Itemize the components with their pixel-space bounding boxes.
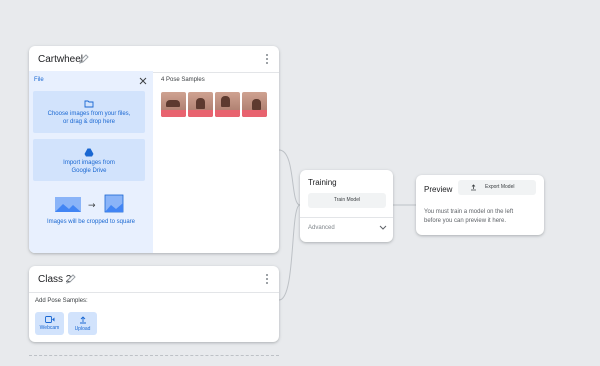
preview-title: Preview xyxy=(424,185,453,194)
upload-icon xyxy=(79,316,86,324)
class-title[interactable]: Cartwheel xyxy=(38,54,83,65)
export-icon xyxy=(471,184,476,191)
upload-button[interactable]: Upload xyxy=(68,312,97,335)
upload-panel-heading: File xyxy=(34,77,44,83)
upload-panel: File Choose images from your files, or d… xyxy=(29,71,153,253)
class-card-header: Class 2 xyxy=(29,266,279,293)
sample-thumbnail[interactable] xyxy=(215,92,240,117)
sample-thumbnail[interactable] xyxy=(161,92,186,117)
pencil-icon[interactable] xyxy=(65,273,77,285)
training-divider xyxy=(300,217,393,218)
preview-message-line2: before you can preview it here. xyxy=(424,218,507,224)
crop-illustration: → xyxy=(55,194,124,213)
video-camera-icon xyxy=(44,316,54,323)
training-card: Training Train Model Advanced xyxy=(300,170,393,242)
class-card-class-2: Class 2 xyxy=(29,266,279,342)
export-model-label: Export Model xyxy=(485,184,515,190)
google-drive-icon xyxy=(84,148,94,157)
training-title: Training xyxy=(308,178,337,187)
choose-files-line2: or drag & drop here xyxy=(62,119,116,125)
svg-text:→: → xyxy=(88,201,96,211)
more-options-icon[interactable] xyxy=(265,54,269,66)
folder-icon xyxy=(84,100,94,108)
close-icon[interactable] xyxy=(139,77,147,85)
choose-files-line1: Choose images from your files, xyxy=(47,111,131,117)
webcam-label: Webcam xyxy=(39,325,60,331)
sample-thumbnail[interactable] xyxy=(188,92,213,117)
advanced-toggle[interactable]: Advanced xyxy=(308,225,335,231)
google-drive-line1: Import images from xyxy=(63,160,115,166)
sample-thumbnail[interactable] xyxy=(242,92,267,117)
more-options-icon[interactable] xyxy=(265,274,269,286)
add-class-placeholder[interactable] xyxy=(29,355,279,366)
google-drive-button[interactable]: Import images from Google Drive xyxy=(33,139,145,181)
chevron-down-icon[interactable] xyxy=(379,225,387,231)
google-drive-line2: Google Drive xyxy=(71,168,107,174)
add-pose-samples-label: Add Pose Samples: xyxy=(35,298,88,304)
choose-files-button[interactable]: Choose images from your files, or drag &… xyxy=(33,91,145,133)
pose-samples-label: 4 Pose Samples xyxy=(161,77,205,83)
preview-card: Preview Export Model You must train a mo… xyxy=(416,175,544,235)
upload-label: Upload xyxy=(74,326,91,332)
pencil-icon[interactable] xyxy=(78,53,90,65)
crop-note: Images will be cropped to square xyxy=(46,219,136,225)
preview-message: You must train a model on the left befor… xyxy=(424,208,542,226)
webcam-button[interactable]: Webcam xyxy=(35,312,64,335)
preview-message-line1: You must train a model on the left xyxy=(424,209,514,215)
export-model-button[interactable]: Export Model xyxy=(458,180,536,195)
train-model-button[interactable]: Train Model xyxy=(308,193,386,208)
class-card-header: Cartwheel xyxy=(29,46,279,73)
